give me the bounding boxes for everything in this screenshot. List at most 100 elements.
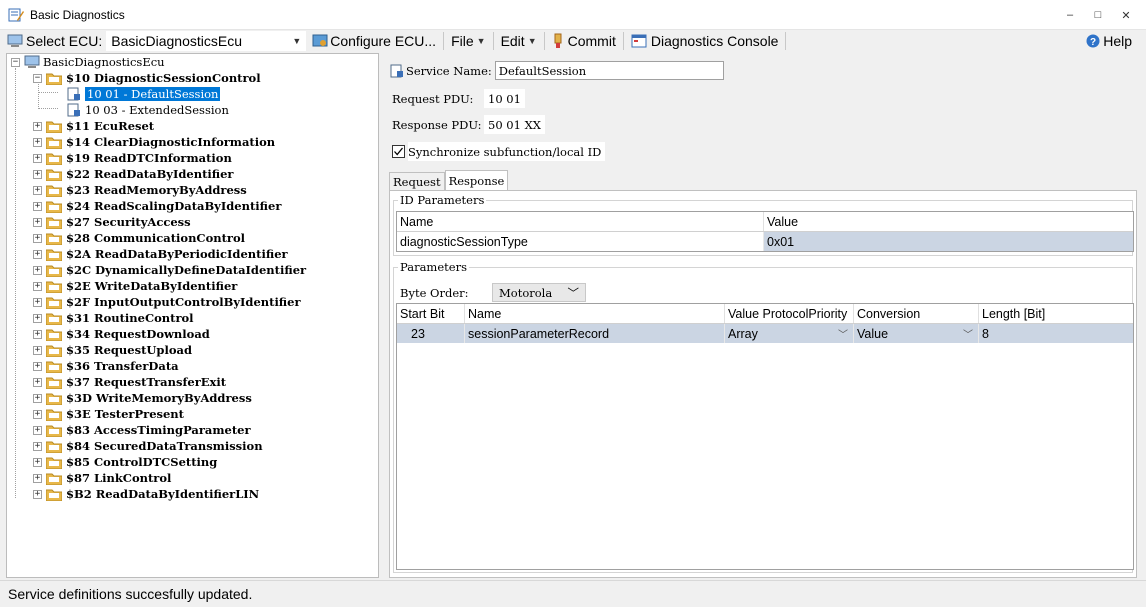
close-button[interactable]: ✕ [1112, 0, 1140, 30]
cell-start-bit[interactable]: 23 [397, 324, 465, 343]
collapse-icon[interactable]: − [33, 73, 42, 83]
byte-order-label: Byte Order: [400, 285, 469, 300]
column-header-start-bit[interactable]: Start Bit [397, 304, 465, 323]
cell-name[interactable]: diagnosticSessionType [397, 232, 764, 251]
tree-item-label: $85 ControlDTCSetting [66, 455, 218, 469]
service-tree[interactable]: − BasicDiagnosticsEcu − $10 DiagnosticSe… [6, 53, 379, 578]
folder-icon [46, 377, 62, 389]
expand-icon[interactable]: + [33, 169, 42, 179]
expand-icon[interactable]: + [33, 153, 42, 163]
id-parameters-grid[interactable]: Name Value diagnosticSessionType 0x01 [396, 211, 1134, 252]
tree-item-service[interactable]: + $2A ReadDataByPeriodicIdentifier [33, 246, 288, 262]
folder-icon [46, 345, 62, 357]
column-header-length[interactable]: Length [Bit] [979, 304, 1133, 323]
file-menu[interactable]: File ▼ [448, 30, 488, 52]
expand-icon[interactable]: + [33, 441, 42, 451]
tree-item-service[interactable]: + $24 ReadScalingDataByIdentifier [33, 198, 281, 214]
tree-item-service[interactable]: + $31 RoutineControl [33, 310, 194, 326]
help-button[interactable]: ? Help [1086, 30, 1132, 52]
expand-icon[interactable]: + [33, 377, 42, 387]
tree-item-service-10[interactable]: − $10 DiagnosticSessionControl [33, 70, 261, 86]
tree-item-service[interactable]: + $27 SecurityAccess [33, 214, 191, 230]
tree-item-service[interactable]: + $2E WriteDataByIdentifier [33, 278, 237, 294]
column-header-conversion[interactable]: Conversion [854, 304, 979, 323]
expand-icon[interactable]: + [33, 393, 42, 403]
tab-request[interactable]: Request [389, 172, 445, 190]
column-header-name[interactable]: Name [397, 212, 764, 231]
byte-order-select[interactable]: Motorola ﹀ [492, 283, 586, 302]
expand-icon[interactable]: + [33, 489, 42, 499]
tree-item-service[interactable]: + $37 RequestTransferExit [33, 374, 226, 390]
cell-conversion: Value [857, 326, 889, 341]
cell-name[interactable]: sessionParameterRecord [465, 324, 725, 343]
expand-icon[interactable]: + [33, 361, 42, 371]
table-row[interactable]: 23 sessionParameterRecord Array ﹀ Value … [397, 324, 1133, 343]
tree-item-label: $B2 ReadDataByIdentifierLIN [66, 487, 260, 501]
folder-icon [46, 457, 62, 469]
cell-conversion-select[interactable]: Value ﹀ [854, 324, 979, 343]
expand-icon[interactable]: + [33, 137, 42, 147]
tree-item-service[interactable]: + $3E TesterPresent [33, 406, 184, 422]
tree-item-extended-session[interactable]: 10 03 - ExtendedSession [67, 102, 229, 118]
expand-icon[interactable]: + [33, 185, 42, 195]
cell-length[interactable]: 8 [979, 324, 1133, 343]
parameters-grid[interactable]: Start Bit Name Value ProtocolPriority Co… [396, 303, 1134, 570]
edit-menu[interactable]: Edit ▼ [498, 30, 540, 52]
configure-ecu-button[interactable]: Configure ECU... [309, 30, 439, 52]
expand-icon[interactable]: + [33, 425, 42, 435]
tree-item-service[interactable]: + $B2 ReadDataByIdentifierLIN [33, 486, 259, 502]
commit-button[interactable]: Commit [549, 30, 619, 52]
column-header-value-priority[interactable]: Value ProtocolPriority [725, 304, 854, 323]
response-pdu-value: 50 01 XX [484, 115, 545, 134]
expand-icon[interactable]: + [33, 457, 42, 467]
tab-response[interactable]: Response [444, 170, 509, 190]
response-pdu-row: Response PDU: 50 01 XX [392, 115, 545, 134]
tree-item-service[interactable]: + $2F InputOutputControlByIdentifier [33, 294, 301, 310]
expand-icon[interactable]: + [33, 313, 42, 323]
tree-item-service[interactable]: + $11 EcuReset [33, 118, 154, 134]
expand-icon[interactable]: + [33, 201, 42, 211]
expand-icon[interactable]: + [33, 297, 42, 307]
diagnostics-console-button[interactable]: Diagnostics Console [628, 30, 782, 52]
tree-item-service[interactable]: + $34 RequestDownload [33, 326, 210, 342]
column-header-name[interactable]: Name [465, 304, 725, 323]
expand-icon[interactable]: + [33, 249, 42, 259]
expand-icon[interactable]: + [33, 233, 42, 243]
maximize-button[interactable]: □ [1084, 0, 1112, 30]
expand-icon[interactable]: + [33, 121, 42, 131]
tree-item-service[interactable]: + $85 ControlDTCSetting [33, 454, 217, 470]
expand-icon[interactable]: + [33, 265, 42, 275]
tree-item-service[interactable]: + $2C DynamicallyDefineDataIdentifier [33, 262, 306, 278]
tree-item-service[interactable]: + $35 RequestUpload [33, 342, 192, 358]
tree-item-service[interactable]: + $36 TransferData [33, 358, 179, 374]
tree-item-service[interactable]: + $83 AccessTimingParameter [33, 422, 251, 438]
tree-item-service[interactable]: + $87 LinkControl [33, 470, 171, 486]
expand-icon[interactable]: + [33, 473, 42, 483]
tree-item-service[interactable]: + $19 ReadDTCInformation [33, 150, 232, 166]
cell-value-priority-select[interactable]: Array ﹀ [725, 324, 854, 343]
folder-icon [46, 121, 62, 133]
minimize-button[interactable]: – [1056, 0, 1084, 30]
column-header-value[interactable]: Value [764, 212, 1133, 231]
tree-item-service[interactable]: + $22 ReadDataByIdentifier [33, 166, 233, 182]
expand-icon[interactable]: + [33, 329, 42, 339]
tree-item-default-session[interactable]: 10 01 - DefaultSession [67, 86, 221, 102]
tree-item-service[interactable]: + $14 ClearDiagnosticInformation [33, 134, 275, 150]
sync-checkbox[interactable] [392, 145, 405, 158]
expand-icon[interactable]: + [33, 281, 42, 291]
sync-checkbox-row[interactable]: Synchronize subfunction/local ID [392, 142, 606, 161]
service-name-input[interactable]: DefaultSession [494, 61, 724, 80]
tree-item-service[interactable]: + $23 ReadMemoryByAddress [33, 182, 247, 198]
tree-item-service[interactable]: + $28 CommunicationControl [33, 230, 245, 246]
table-row[interactable]: diagnosticSessionType 0x01 [397, 232, 1133, 251]
expand-icon[interactable]: + [33, 345, 42, 355]
expand-icon[interactable]: + [33, 217, 42, 227]
tree-item-service[interactable]: + $84 SecuredDataTransmission [33, 438, 263, 454]
ecu-select[interactable]: BasicDiagnosticsEcu ▼ [106, 31, 307, 51]
collapse-icon[interactable]: − [11, 57, 20, 67]
diagnostics-console-label: Diagnostics Console [650, 33, 779, 49]
tree-root[interactable]: − BasicDiagnosticsEcu [11, 54, 165, 70]
cell-value[interactable]: 0x01 [764, 232, 1133, 251]
expand-icon[interactable]: + [33, 409, 42, 419]
tree-item-service[interactable]: + $3D WriteMemoryByAddress [33, 390, 252, 406]
